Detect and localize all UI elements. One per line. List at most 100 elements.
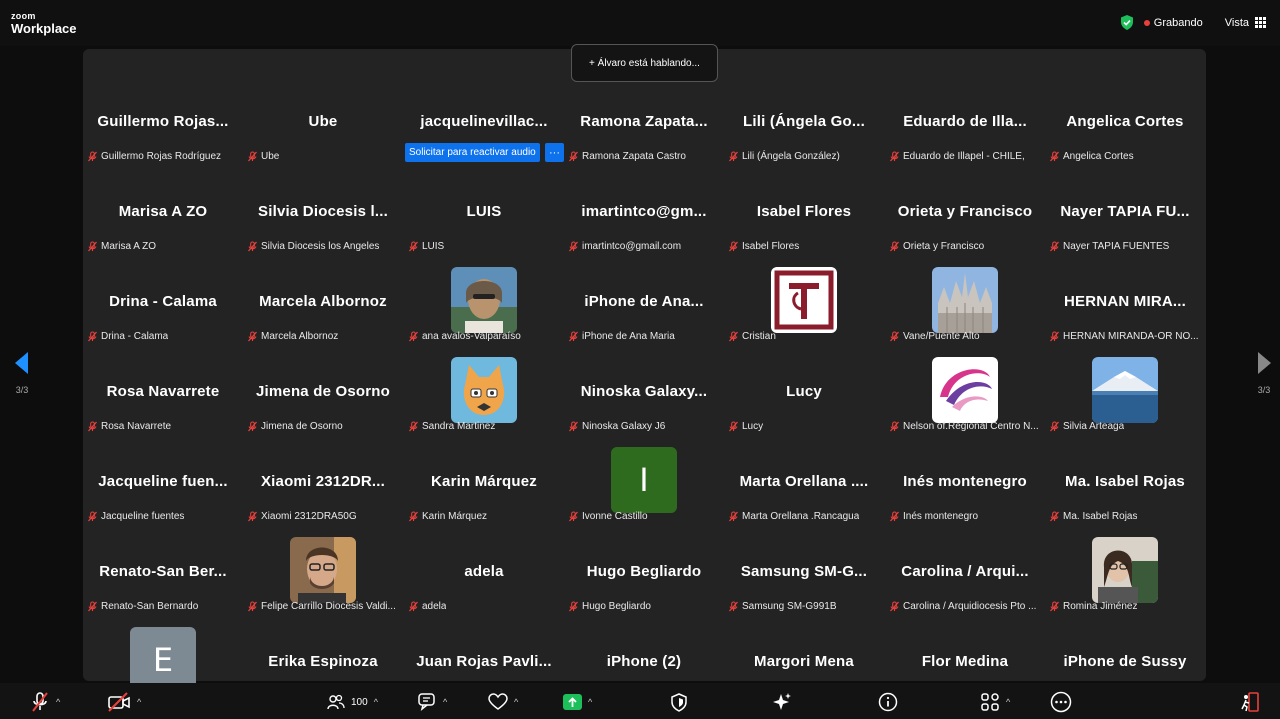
previous-page-button[interactable]: 3/3 bbox=[12, 352, 32, 395]
participant-tile[interactable]: Angelica Cortes Angelica Cortes bbox=[1045, 75, 1205, 165]
active-speaker-toast: + Álvaro está hablando... bbox=[571, 44, 718, 82]
host-tools-button[interactable] bbox=[670, 691, 688, 713]
participant-tile[interactable]: Lili (Ángela Go... Lili (Ángela González) bbox=[724, 75, 884, 165]
participant-tile[interactable]: Karin Márquez Karin Márquez bbox=[404, 435, 564, 525]
participant-display-name: jacquelinevillac... bbox=[420, 113, 548, 130]
participant-display-name: Ube bbox=[308, 113, 338, 130]
participant-tile[interactable]: imartintco@gm... imartintco@gmail.com bbox=[564, 165, 724, 255]
mic-muted-icon bbox=[1049, 240, 1060, 252]
participant-tile[interactable]: Hugo Begliardo Hugo Begliardo bbox=[564, 525, 724, 615]
participant-tile[interactable]: Jimena de Osorno Jimena de Osorno bbox=[243, 345, 403, 435]
participant-tile[interactable]: Jacqueline fuen... Jacqueline fuentes bbox=[83, 435, 243, 525]
participant-name-label: Hugo Begliardo bbox=[568, 599, 651, 613]
participant-tile[interactable]: Nayer TAPIA FU... Nayer TAPIA FUENTES bbox=[1045, 165, 1205, 255]
video-options-caret[interactable]: ^ bbox=[137, 697, 141, 707]
ai-companion-button[interactable] bbox=[772, 691, 792, 713]
meeting-info-button[interactable] bbox=[878, 691, 898, 713]
request-unmute-label: Solicitar para reactivar audio bbox=[409, 147, 536, 158]
next-page-button[interactable]: 3/3 bbox=[1254, 352, 1274, 395]
participant-tile[interactable]: Marisa A ZO Marisa A ZO bbox=[83, 165, 243, 255]
react-button[interactable]: ^ bbox=[488, 691, 518, 713]
participant-name: Cristian bbox=[742, 330, 776, 342]
request-unmute-more-button[interactable]: ··· bbox=[545, 143, 564, 162]
participant-tile[interactable]: Drina - Calama Drina - Calama bbox=[83, 255, 243, 345]
participant-display-name: Xiaomi 2312DR... bbox=[260, 473, 386, 490]
participant-name-label: imartintco@gmail.com bbox=[568, 239, 681, 253]
participant-tile[interactable]: Nelson of.Regional Centro N... bbox=[885, 345, 1045, 435]
chat-options-caret[interactable]: ^ bbox=[443, 697, 447, 707]
participant-name: Samsung SM-G991B bbox=[742, 600, 837, 612]
participants-button[interactable]: 100 ^ bbox=[327, 691, 378, 713]
info-icon bbox=[878, 692, 898, 712]
participant-tile[interactable]: Cristian bbox=[724, 255, 884, 345]
participant-name-label: Xiaomi 2312DRA50G bbox=[247, 509, 357, 523]
participant-name-label: Jimena de Osorno bbox=[247, 419, 343, 433]
participant-tile[interactable]: Ube Ube bbox=[243, 75, 403, 165]
participant-tile[interactable]: LUIS LUIS bbox=[404, 165, 564, 255]
participant-tile[interactable]: Sandra Martinez bbox=[404, 345, 564, 435]
recording-indicator[interactable]: Grabando bbox=[1143, 17, 1203, 29]
participant-tile[interactable]: Inés montenegro Inés montenegro bbox=[885, 435, 1045, 525]
participant-tile[interactable]: Marta Orellana .... Marta Orellana .Ranca… bbox=[724, 435, 884, 525]
mic-muted-icon bbox=[889, 510, 900, 522]
mic-muted-icon bbox=[247, 600, 258, 612]
participant-name-label: Jacqueline fuentes bbox=[87, 509, 184, 523]
participant-tile[interactable]: Orieta y Francisco Orieta y Francisco bbox=[885, 165, 1045, 255]
participant-name-label: Ivonne Castillo bbox=[568, 509, 648, 523]
participant-tile[interactable]: HERNAN MIRA... HERNAN MIRANDA-OR NO... bbox=[1045, 255, 1205, 345]
participant-avatar bbox=[1092, 357, 1158, 423]
participant-tile[interactable]: Romina Jiménez bbox=[1045, 525, 1205, 615]
view-label: Vista bbox=[1224, 16, 1249, 29]
mic-muted-icon bbox=[728, 420, 739, 432]
participant-tile[interactable]: I Ivonne Castillo bbox=[564, 435, 724, 525]
mic-muted-icon bbox=[889, 240, 900, 252]
participant-tile[interactable]: Xiaomi 2312DR... Xiaomi 2312DRA50G bbox=[243, 435, 403, 525]
participant-name: Karin Márquez bbox=[422, 510, 488, 522]
participant-name: Ma. Isabel Rojas bbox=[1063, 510, 1138, 522]
participant-tile[interactable]: Silvia Diocesis l... Silvia Diocesis los … bbox=[243, 165, 403, 255]
chat-button[interactable]: ^ bbox=[417, 691, 447, 713]
participant-tile[interactable]: Renato-San Ber... Renato-San Bernardo bbox=[83, 525, 243, 615]
react-options-caret[interactable]: ^ bbox=[514, 697, 518, 707]
participant-tile[interactable]: Ma. Isabel Rojas Ma. Isabel Rojas bbox=[1045, 435, 1205, 525]
audio-options-caret[interactable]: ^ bbox=[56, 697, 60, 707]
encryption-shield-icon[interactable] bbox=[1120, 15, 1134, 30]
participant-tile[interactable]: Ninoska Galaxy... Ninoska Galaxy J6 bbox=[564, 345, 724, 435]
participant-tile[interactable]: Marcela Albornoz Marcela Albornoz bbox=[243, 255, 403, 345]
request-unmute-button[interactable]: Solicitar para reactivar audio bbox=[405, 143, 540, 162]
participant-name: Hugo Begliardo bbox=[582, 600, 651, 612]
apps-button[interactable]: ^ bbox=[980, 691, 1010, 713]
participant-tile[interactable]: Silvia Arteaga bbox=[1045, 345, 1205, 435]
share-screen-button[interactable]: ^ bbox=[563, 691, 592, 713]
share-options-caret[interactable]: ^ bbox=[588, 697, 592, 707]
participant-tile[interactable]: adela adela bbox=[404, 525, 564, 615]
participant-tile[interactable]: iPhone de Ana... iPhone de Ana Maria bbox=[564, 255, 724, 345]
participant-name-label: Vane/Puente Alto bbox=[889, 329, 980, 343]
participant-tile[interactable]: ana avalos-Valparaíso bbox=[404, 255, 564, 345]
participant-tile[interactable]: Vane/Puente Alto bbox=[885, 255, 1045, 345]
participant-name: Ivonne Castillo bbox=[582, 510, 648, 522]
video-button[interactable]: ^ bbox=[107, 691, 141, 713]
participant-tile[interactable]: Samsung SM-G... Samsung SM-G991B bbox=[724, 525, 884, 615]
participant-tile[interactable]: Rosa Navarrete Rosa Navarrete bbox=[83, 345, 243, 435]
mic-muted-icon bbox=[889, 330, 900, 342]
leave-button[interactable] bbox=[1240, 691, 1260, 713]
participants-options-caret[interactable]: ^ bbox=[374, 697, 378, 707]
participant-name: Drina - Calama bbox=[101, 330, 169, 342]
participant-tile[interactable]: Isabel Flores Isabel Flores bbox=[724, 165, 884, 255]
participant-name-label: adela bbox=[408, 599, 446, 613]
participant-display-name: iPhone de Sussy bbox=[1063, 653, 1187, 670]
participant-name: Romina Jiménez bbox=[1063, 600, 1138, 612]
audio-button[interactable]: ^ bbox=[30, 691, 60, 713]
mic-muted-icon bbox=[889, 420, 900, 432]
participant-tile[interactable]: Eduardo de Illa... Eduardo de Illapel - C… bbox=[885, 75, 1045, 165]
participant-tile[interactable]: Felipe Carrillo Diocesis Valdi... bbox=[243, 525, 403, 615]
participant-tile[interactable]: Lucy Lucy bbox=[724, 345, 884, 435]
apps-options-caret[interactable]: ^ bbox=[1006, 697, 1010, 707]
participant-tile[interactable]: Ramona Zapata... Ramona Zapata Castro bbox=[564, 75, 724, 165]
participant-tile[interactable]: Carolina / Arqui... Carolina / Arquidioce… bbox=[885, 525, 1045, 615]
view-button[interactable]: Vista bbox=[1225, 17, 1266, 29]
participant-name: Inés montenegro bbox=[903, 510, 979, 522]
participant-tile[interactable]: Guillermo Rojas... Guillermo Rojas Rodríg… bbox=[83, 75, 243, 165]
more-button[interactable] bbox=[1050, 691, 1072, 713]
